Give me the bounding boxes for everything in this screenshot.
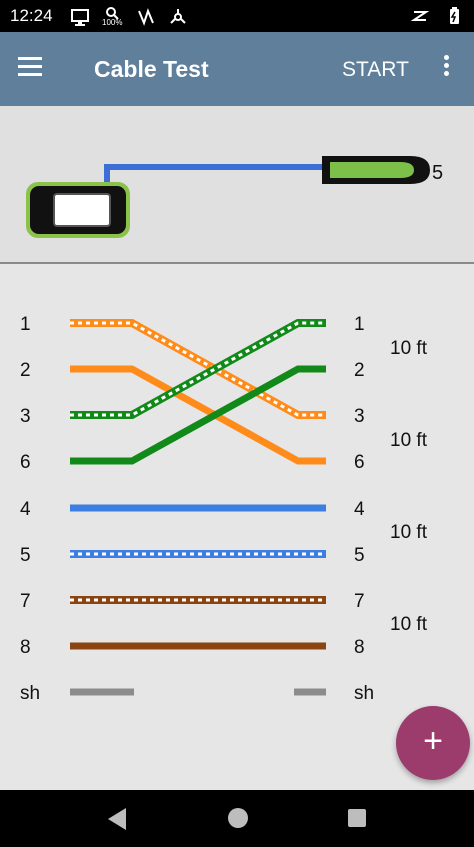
left-pin-label: 1 xyxy=(20,314,31,335)
pair-length-label: 10 ft xyxy=(390,522,427,543)
search-percent-icon: 100% xyxy=(102,6,124,28)
network-icon xyxy=(170,9,186,24)
status-time: 12:24 xyxy=(10,6,53,25)
remote-id-number: 5 xyxy=(432,162,444,184)
right-pin-label: 8 xyxy=(354,637,365,658)
left-pin-label: 8 xyxy=(20,637,31,658)
left-pin-label: sh xyxy=(20,683,41,704)
cable-diagram xyxy=(26,156,430,238)
status-bar: 12:24 100% xyxy=(0,0,474,32)
left-pin-label: 3 xyxy=(20,406,31,427)
recents-icon[interactable] xyxy=(348,809,366,827)
left-pin-label: 5 xyxy=(20,545,31,566)
battery-icon xyxy=(450,7,459,24)
home-icon[interactable] xyxy=(228,808,248,828)
right-pin-label: 5 xyxy=(354,545,365,566)
remote-id-icon xyxy=(322,156,430,184)
page-title: Cable Test xyxy=(94,56,209,82)
status-icons: 100% xyxy=(70,6,188,28)
left-pin-label: 7 xyxy=(20,591,31,612)
right-pin-label: 3 xyxy=(354,406,365,427)
right-pin-label: 6 xyxy=(354,452,365,473)
left-pin-label: 4 xyxy=(20,499,31,520)
left-pin-label: 6 xyxy=(20,452,31,473)
add-button[interactable]: + xyxy=(396,706,470,780)
right-pin-label: 2 xyxy=(354,360,365,381)
right-pin-label: 7 xyxy=(354,591,365,612)
signal-icon xyxy=(410,11,430,21)
navigation-bar xyxy=(0,790,474,847)
vibrate-icon xyxy=(138,8,154,26)
app-bar: Cable Test START xyxy=(0,32,474,106)
hamburger-menu-icon[interactable] xyxy=(18,52,54,88)
tester-device-icon xyxy=(26,182,130,238)
search-badge: 100% xyxy=(102,18,123,27)
monitor-icon xyxy=(71,9,89,26)
test-cable xyxy=(104,164,322,182)
pair-length-label: 10 ft xyxy=(390,430,427,451)
back-icon[interactable] xyxy=(108,808,126,830)
pair-length-label: 10 ft xyxy=(390,614,427,635)
right-pin-label: 1 xyxy=(354,314,365,335)
wiremap: 1 2 3 6 4 5 7 8 sh 1 2 3 6 4 5 7 8 sh 10… xyxy=(0,266,474,790)
pair-length-label: 10 ft xyxy=(390,338,427,359)
cable-diagram-panel: 5 xyxy=(0,106,474,264)
right-pin-label: sh xyxy=(354,683,375,704)
status-right-icons xyxy=(410,6,464,26)
right-pin-label: 4 xyxy=(354,499,365,520)
left-pin-label: 2 xyxy=(20,360,31,381)
more-vert-icon[interactable] xyxy=(436,52,456,88)
start-button[interactable]: START xyxy=(342,58,409,82)
